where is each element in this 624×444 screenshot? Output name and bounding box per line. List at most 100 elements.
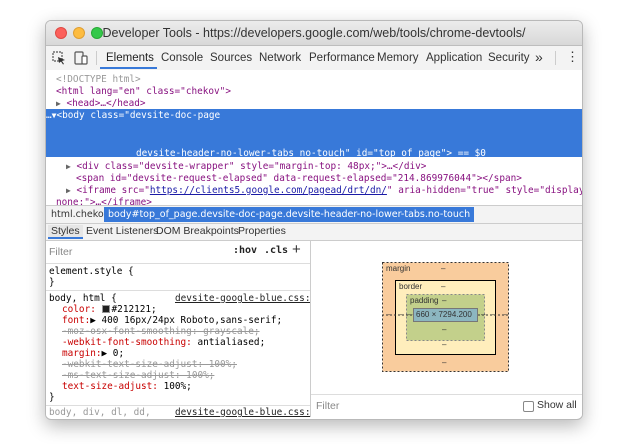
breadcrumb: html.chekov body#top_of_page.devsite-doc… bbox=[46, 205, 582, 224]
iframe-pre: <iframe src=" bbox=[76, 185, 150, 196]
font-prop: font: bbox=[62, 315, 91, 326]
margin-top-value[interactable]: – bbox=[441, 264, 445, 273]
margin-declaration[interactable]: margin:▶ 0; bbox=[62, 348, 124, 359]
next-rule-selector[interactable]: body, div, dl, dd, bbox=[49, 407, 151, 417]
tab-styles[interactable]: Styles bbox=[48, 225, 83, 239]
color-swatch[interactable] bbox=[101, 305, 110, 313]
margin-label: margin bbox=[386, 264, 411, 273]
toolbar-separator bbox=[96, 51, 97, 65]
styles-filter-row: Filter :hov .cls + bbox=[46, 241, 310, 264]
size-adjust-prop: text-size-adjust: bbox=[62, 381, 158, 392]
moz-smoothing-declaration[interactable]: -moz-osx-font-smoothing: grayscale; bbox=[62, 326, 260, 337]
styles-pane: Filter :hov .cls + element.style { } bod… bbox=[46, 241, 311, 417]
padding-bottom-value[interactable]: – bbox=[442, 325, 446, 334]
device-toggle-icon[interactable] bbox=[74, 51, 88, 65]
border-label: border bbox=[399, 282, 423, 291]
hover-state-toggle[interactable]: :hov bbox=[233, 245, 257, 256]
font-declaration[interactable]: font:▶ 400 16px/24px Roboto,sans-serif; bbox=[62, 315, 282, 326]
breadcrumb-html[interactable]: html.chekov bbox=[48, 208, 112, 221]
new-rule-button[interactable]: + bbox=[292, 241, 301, 258]
body-node-text1: <body class="devsite-doc-page bbox=[56, 110, 221, 121]
breadcrumb-body[interactable]: body#top_of_page.devsite-doc-page.devsit… bbox=[104, 207, 475, 222]
main-tab-bar: Elements Console Sources Network Perform… bbox=[46, 46, 582, 71]
tab-network[interactable]: Network bbox=[259, 52, 301, 64]
webkit-size-adjust-declaration[interactable]: -webkit-text-size-adjust: 100%; bbox=[62, 359, 237, 370]
webkit-smoothing-declaration[interactable]: -webkit-font-smoothing: antialiased; bbox=[62, 337, 265, 348]
div-wrapper-text: <div class="devsite-wrapper" style="marg… bbox=[76, 161, 427, 172]
color-declaration[interactable]: color: #212121; bbox=[62, 304, 157, 315]
dom-tree: <!DOCTYPE html> <html lang="en" class="c… bbox=[46, 70, 582, 206]
ms-size-adjust-declaration[interactable]: -ms-text-size-adjust: 100%; bbox=[62, 370, 214, 381]
head-node[interactable]: ▶ <head>…</head> bbox=[56, 98, 146, 109]
tab-sources[interactable]: Sources bbox=[210, 52, 252, 64]
margin-prop: margin: bbox=[62, 348, 102, 359]
size-adjust-value: 100%; bbox=[163, 381, 192, 392]
computed-pane: margin – border – padding – 660 × 7294.2… bbox=[311, 241, 582, 417]
margin-bottom-value[interactable]: – bbox=[442, 358, 446, 367]
font-value: ▶ 400 16px/24px Roboto,sans-serif; bbox=[90, 315, 283, 326]
body-html-selector[interactable]: body, html { bbox=[49, 293, 117, 304]
more-tabs-button[interactable]: » bbox=[535, 49, 543, 65]
body-html-close: } bbox=[49, 392, 55, 403]
rule-divider bbox=[46, 290, 310, 291]
expand-arrow-icon[interactable]: ▶ bbox=[66, 162, 71, 171]
margin-value: ▶ 0; bbox=[101, 348, 125, 359]
color-prop: color: bbox=[62, 304, 96, 315]
tab-performance[interactable]: Performance bbox=[309, 52, 375, 64]
tab-memory[interactable]: Memory bbox=[377, 52, 419, 64]
tab-console[interactable]: Console bbox=[161, 52, 203, 64]
padding-top-value[interactable]: – bbox=[442, 296, 446, 305]
active-tab-indicator bbox=[100, 67, 157, 69]
class-toggle[interactable]: .cls bbox=[264, 245, 288, 256]
iframe-post: " aria-hidden="true" style="display: bbox=[386, 185, 582, 196]
webkit-smoothing-value: antialiased; bbox=[197, 337, 266, 348]
body-node-line2: devsite-header-no-lower-tabs no-touch" i… bbox=[136, 148, 486, 159]
doctype-node[interactable]: <!DOCTYPE html> bbox=[56, 74, 141, 85]
padding-label: padding bbox=[410, 296, 439, 305]
padding-right-value[interactable]: – bbox=[481, 310, 485, 319]
tab-elements[interactable]: Elements bbox=[106, 52, 154, 64]
tab-dom-breakpoints[interactable]: DOM Breakpoints bbox=[153, 225, 242, 237]
div-wrapper-node[interactable]: ▶ <div class="devsite-wrapper" style="ma… bbox=[66, 161, 426, 172]
border-right-value[interactable]: – bbox=[491, 310, 495, 319]
tab-properties[interactable]: Properties bbox=[235, 225, 289, 237]
padding-left-value[interactable]: – bbox=[408, 310, 412, 319]
title-bar: Developer Tools - https://developers.goo… bbox=[46, 21, 582, 46]
computed-filter-row: Filter Show all bbox=[311, 394, 582, 417]
styles-filter-input[interactable]: Filter bbox=[49, 246, 72, 258]
expand-arrow-icon[interactable]: ▶ bbox=[66, 186, 71, 195]
webkit-smoothing-prop: -webkit-font-smoothing: bbox=[62, 337, 192, 348]
border-left-value[interactable]: – bbox=[398, 310, 402, 319]
rule-divider bbox=[46, 405, 310, 406]
content-size-value[interactable]: 660 × 7294.200 bbox=[416, 310, 472, 319]
element-style-close: } bbox=[49, 277, 55, 288]
next-stylesheet-link[interactable]: devsite-google-blue.css:1 bbox=[175, 407, 310, 417]
size-adjust-declaration[interactable]: text-size-adjust: 100%; bbox=[62, 381, 192, 392]
expand-arrow-icon[interactable]: ▶ bbox=[56, 99, 61, 108]
margin-left-value[interactable]: – bbox=[386, 310, 390, 319]
body-node-line1: …▼<body class="devsite-doc-page bbox=[46, 110, 220, 121]
customize-menu-button[interactable]: ⋮ bbox=[566, 50, 579, 64]
show-all-checkbox[interactable] bbox=[523, 401, 534, 412]
margin-right-value[interactable]: – bbox=[502, 310, 506, 319]
element-style-selector[interactable]: element.style { bbox=[49, 266, 134, 277]
head-node-text: <head>…</head> bbox=[66, 98, 146, 109]
tab-application[interactable]: Application bbox=[426, 52, 482, 64]
inspect-cursor-icon[interactable] bbox=[52, 51, 66, 65]
devtools-window: Developer Tools - https://developers.goo… bbox=[45, 20, 583, 420]
iframe-node[interactable]: ▶ <iframe src="https://clients5.google.c… bbox=[66, 185, 582, 196]
stylesheet-link[interactable]: devsite-google-blue.css:1 bbox=[175, 293, 310, 304]
span-elapsed-node[interactable]: <span id="devsite-request-elapsed" data-… bbox=[76, 173, 522, 184]
styles-tab-bar: Styles Event Listeners DOM Breakpoints P… bbox=[46, 224, 582, 241]
computed-filter-input[interactable]: Filter bbox=[316, 400, 339, 412]
iframe-src-link[interactable]: https://clients5.google.com/pagead/drt/d… bbox=[150, 185, 387, 196]
show-all-label[interactable]: Show all bbox=[537, 399, 577, 411]
color-value: #212121; bbox=[111, 304, 157, 315]
tab-security[interactable]: Security bbox=[488, 52, 530, 64]
toolbar-separator-right bbox=[555, 51, 556, 65]
border-bottom-value[interactable]: – bbox=[442, 340, 446, 349]
window-title: Developer Tools - https://developers.goo… bbox=[102, 26, 526, 40]
html-node[interactable]: <html lang="en" class="chekov"> bbox=[56, 86, 231, 97]
tab-event-listeners[interactable]: Event Listeners bbox=[83, 225, 161, 237]
border-top-value[interactable]: – bbox=[441, 282, 445, 291]
